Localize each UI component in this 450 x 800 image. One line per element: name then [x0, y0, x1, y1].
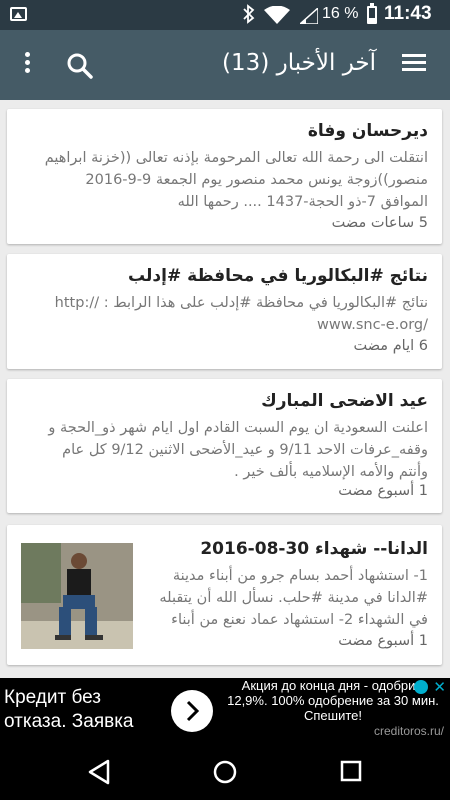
news-body-line: نتائج #البكالوريا في محافظة #إدلب على هذ… — [54, 295, 428, 311]
news-body-line: وقفه_عرفات الاحد 9/11 و عيد_الأضحى الاثن… — [62, 442, 428, 458]
news-body-line: في الشهداء 2- استشهاد عماد نعنع من أبناء — [171, 612, 428, 628]
status-bar: 16 % 11:43 — [0, 0, 450, 30]
gallery-icon — [10, 7, 27, 21]
news-body: انتقلت الى رحمة الله تعالى المرحومة بإذن… — [18, 147, 428, 213]
recents-icon[interactable] — [339, 759, 363, 787]
news-title: نتائج #البكالوريا في محافظة #إدلب — [128, 266, 428, 286]
news-card[interactable]: ديرحسان وفاة انتقلت الى رحمة الله تعالى … — [7, 109, 442, 244]
info-icon[interactable] — [414, 680, 428, 694]
more-vert-icon[interactable] — [22, 52, 32, 78]
clock: 11:43 — [384, 3, 432, 24]
close-icon[interactable]: ✕ — [433, 678, 446, 696]
ad-line: Акция до конца дня - одобрим — [241, 678, 425, 693]
signal-icon — [298, 6, 319, 28]
news-body-line: منصور))زوجة يونس محمد منصور يوم الجمعة 9… — [85, 172, 428, 188]
news-body-line: /www.snc-e.org — [316, 317, 428, 333]
news-body: اعلنت السعودية ان يوم السبت القادم اول ا… — [18, 417, 428, 483]
back-icon[interactable] — [86, 759, 112, 789]
news-list: ديرحسان وفاة انتقلت الى رحمة الله تعالى … — [0, 100, 450, 678]
page-title: آخر الأخبار (13) — [222, 50, 376, 76]
news-card[interactable]: الدانا-- شهداء 30-08-2016 1- استشهاد أحم… — [7, 525, 442, 665]
news-body-line: وأنتم والأمه الإسلاميه بألف خير . — [234, 464, 428, 480]
wifi-icon — [264, 5, 290, 28]
ad-line: отказа. Заявка — [4, 711, 134, 732]
news-card[interactable]: نتائج #البكالوريا في محافظة #إدلب نتائج … — [7, 254, 442, 369]
news-time: 5 ساعات مضت — [331, 215, 428, 231]
ad-line: Кредит без — [4, 687, 101, 708]
news-card[interactable]: عيد الاضحى المبارك اعلنت السعودية ان يوم… — [7, 379, 442, 513]
news-body: نتائج #البكالوريا في محافظة #إدلب على هذ… — [18, 292, 428, 336]
search-icon[interactable] — [66, 52, 94, 80]
ad-left-text: Кредит без отказа. Заявка — [4, 686, 134, 734]
battery-icon — [367, 3, 377, 24]
news-body-line: اعلنت السعودية ان يوم السبت القادم اول ا… — [48, 420, 428, 436]
news-title: الدانا-- شهداء 30-08-2016 — [200, 539, 428, 559]
news-time: 6 ايام مضت — [353, 338, 429, 354]
chevron-right-icon[interactable] — [171, 690, 213, 732]
nav-bar — [0, 742, 450, 800]
news-title: عيد الاضحى المبارك — [261, 391, 428, 411]
news-body-line: انتقلت الى رحمة الله تعالى المرحومة بإذن… — [44, 150, 428, 166]
news-body: 1- استشهاد أحمد بسام جرو من أبناء مدينة … — [138, 565, 428, 631]
app-bar: آخر الأخبار (13) — [0, 30, 450, 100]
menu-icon[interactable] — [402, 54, 426, 74]
ad-line: 12,9%. 100% одобрение за 30 мин. — [227, 693, 439, 708]
news-body-line: الموافق 7-ذو الحجة-1437 .... رحمها الله — [177, 194, 428, 210]
news-title: ديرحسان وفاة — [307, 121, 428, 141]
battery-percent: 16 % — [322, 5, 359, 22]
ad-domain: creditoros.ru/ — [373, 724, 444, 738]
news-time: 1 أسبوع مضت — [338, 633, 428, 649]
ad-banner[interactable]: Кредит без отказа. Заявка Акция до конца… — [0, 678, 450, 742]
news-body-line: #الدانا في مدينة #حلب. نسأل الله أن يتقب… — [159, 590, 428, 606]
news-thumbnail — [21, 543, 133, 649]
ad-line: Спешите! — [304, 708, 362, 723]
news-time: 1 أسبوع مضت — [338, 483, 428, 499]
bluetooth-icon — [243, 4, 255, 29]
news-body-line: 1- استشهاد أحمد بسام جرو من أبناء مدينة — [172, 568, 428, 584]
ad-right-text: Акция до конца дня - одобрим 12,9%. 100%… — [222, 678, 444, 723]
home-icon[interactable] — [212, 759, 238, 789]
